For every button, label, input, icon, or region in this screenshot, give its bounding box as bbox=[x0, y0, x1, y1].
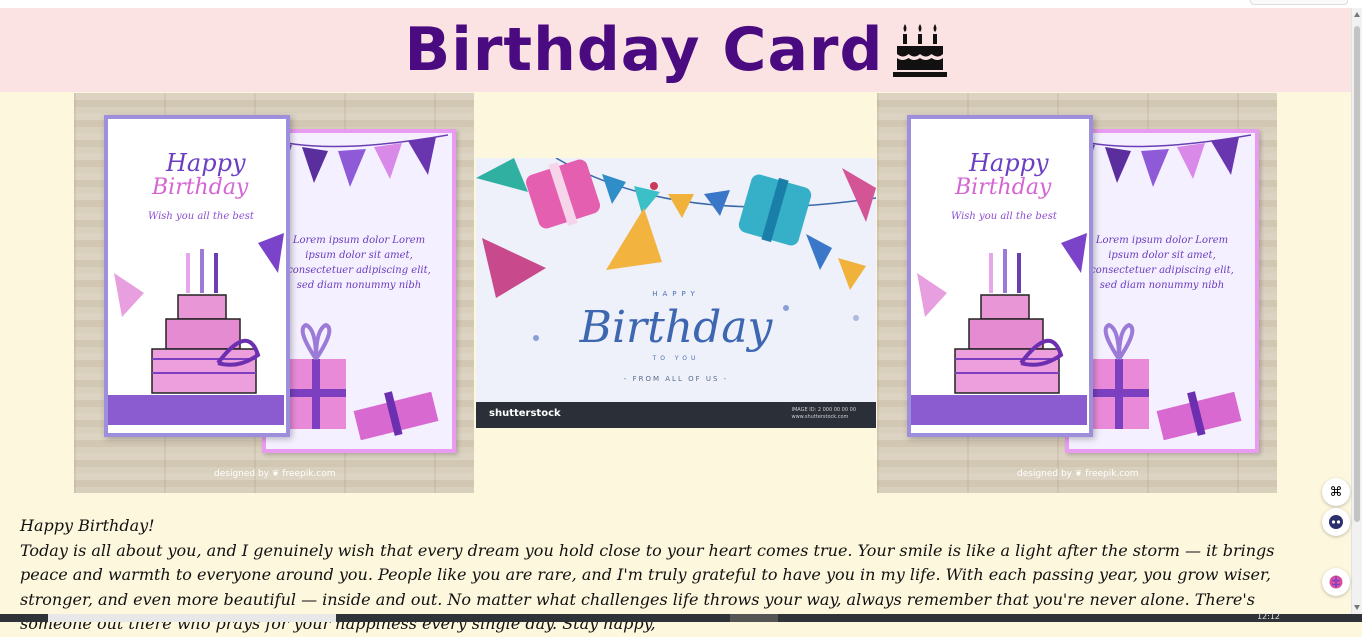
cake-illustration bbox=[911, 233, 1087, 425]
scroll-down-arrow-icon[interactable] bbox=[1354, 605, 1360, 610]
card-inner-page: Lorem ipsum dolor Lorem ipsum dolor sit … bbox=[262, 129, 456, 453]
banner-to-you-text: TO YOU bbox=[652, 355, 700, 362]
card-cover: Happy Birthday Wish you all the best bbox=[104, 115, 290, 437]
banner-birthday-text: Birthday bbox=[579, 302, 773, 353]
page-scrollbar[interactable] bbox=[1351, 8, 1362, 614]
brain-glyph bbox=[1329, 575, 1343, 589]
cake-illustration bbox=[108, 233, 284, 425]
card-birthday-text: Birthday bbox=[152, 175, 249, 200]
os-taskbar: 12:12 bbox=[0, 612, 1362, 622]
robot-icon[interactable] bbox=[1322, 508, 1350, 536]
banner-from-text: - FROM ALL OF US - bbox=[623, 375, 729, 383]
image-site-line: www.shutterstock.com bbox=[791, 414, 849, 420]
card-wish-text: Wish you all the best bbox=[951, 211, 1057, 222]
card-happy-text: Happy bbox=[166, 149, 246, 177]
card-birthday-text: Birthday bbox=[955, 175, 1052, 200]
taskbar-search[interactable] bbox=[48, 614, 336, 622]
shutterstock-bar: shutterstock IMAGE ID: 2 000 00 00 00 ww… bbox=[476, 402, 876, 428]
image-id-text: IMAGE ID: 2 000 00 00 00 www.shutterstoc… bbox=[791, 407, 856, 421]
card-wish-text: Wish you all the best bbox=[148, 211, 254, 222]
banner-happy-text: HAPPY bbox=[652, 290, 700, 298]
page-header: Birthday Card bbox=[0, 8, 1352, 92]
card-lorem-text: Lorem ipsum dolor Lorem ipsum dolor sit … bbox=[1090, 235, 1234, 291]
scrollbar-thumb[interactable] bbox=[1354, 26, 1360, 522]
freepik-credit: designed by ❦ freepik.com bbox=[1017, 469, 1139, 479]
scroll-up-arrow-icon[interactable] bbox=[1354, 12, 1360, 17]
robot-face-glyph bbox=[1329, 515, 1343, 529]
image-id-line: IMAGE ID: 2 000 00 00 00 bbox=[791, 407, 856, 413]
gifts-illustration bbox=[1089, 322, 1242, 441]
card-inner-page: Lorem ipsum dolor Lorem ipsum dolor sit … bbox=[1065, 129, 1259, 453]
message-greeting: Happy Birthday! bbox=[20, 516, 155, 535]
card-lorem-text: Lorem ipsum dolor Lorem ipsum dolor sit … bbox=[287, 235, 431, 291]
birthday-card-image-left: Lorem ipsum dolor Lorem ipsum dolor sit … bbox=[74, 93, 474, 493]
card-happy-text: Happy bbox=[969, 149, 1049, 177]
party-decorations bbox=[476, 158, 876, 341]
brain-icon[interactable] bbox=[1322, 568, 1350, 596]
page-title: Birthday Card bbox=[405, 15, 948, 85]
grid-icon[interactable]: ⌘ bbox=[1322, 478, 1350, 506]
birthday-card-image-right: Lorem ipsum dolor Lorem ipsum dolor sit … bbox=[877, 93, 1277, 493]
taskbar-clock: 12:12 bbox=[1256, 612, 1280, 621]
happy-birthday-banner-image: HAPPY Birthday TO YOU - FROM ALL OF US -… bbox=[476, 158, 876, 428]
browser-tab[interactable] bbox=[1250, 0, 1348, 5]
shutterstock-logo: shutterstock bbox=[489, 408, 561, 419]
card-cover: Happy Birthday Wish you all the best bbox=[907, 115, 1093, 437]
birthday-cake-icon bbox=[893, 24, 948, 77]
page-title-text: Birthday Card bbox=[404, 15, 884, 85]
taskbar-app[interactable] bbox=[730, 614, 778, 622]
gifts-illustration bbox=[286, 322, 439, 441]
freepik-credit: designed by ❦ freepik.com bbox=[214, 469, 336, 479]
